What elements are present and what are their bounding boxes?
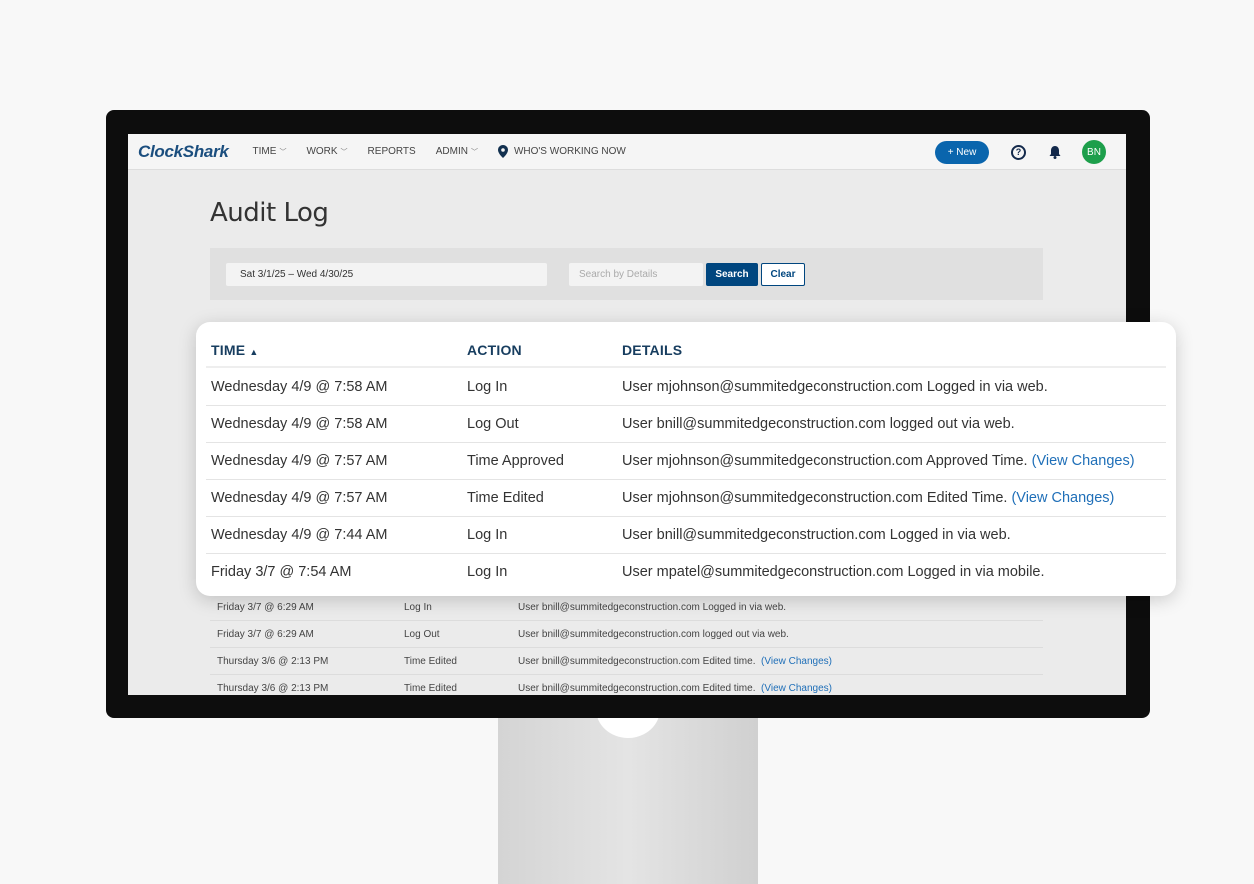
details-text: User mpatel@summitedgeconstruction.com L…: [622, 564, 1045, 580]
table-row: Wednesday 4/9 @ 7:58 AM Log Out User bnill…: [206, 406, 1166, 443]
page-title: Audit Log: [210, 198, 329, 228]
details-text: User bnill@summitedgeconstruction.com lo…: [518, 629, 789, 640]
details-text: User bnill@summitedgeconstruction.com lo…: [622, 416, 1015, 432]
column-header-action[interactable]: ACTION: [467, 342, 522, 358]
new-button[interactable]: + New: [935, 140, 989, 164]
row-details: User bnill@summitedgeconstruction.com lo…: [518, 629, 789, 640]
clear-button[interactable]: Clear: [761, 263, 805, 286]
details-text: User bnill@summitedgeconstruction.com Ed…: [518, 683, 762, 694]
nav-label: WHO'S WORKING NOW: [513, 146, 626, 157]
location-pin-icon: [497, 145, 508, 158]
nav-reports[interactable]: REPORTS: [368, 146, 416, 157]
avatar[interactable]: BN: [1082, 140, 1106, 164]
details-text: User bnill@summitedgeconstruction.com Lo…: [518, 602, 787, 613]
row-details: User bnill@summitedgeconstruction.com Ed…: [518, 656, 832, 667]
column-header-details[interactable]: DETAILS: [622, 342, 682, 358]
details-text: User mjohnson@summitedgeconstruction.com…: [622, 490, 1012, 506]
filter-panel: Sat 3/1/25 – Wed 4/30/25 Search by Detai…: [210, 248, 1043, 300]
details-text: User mjohnson@summitedgeconstruction.com…: [622, 453, 1032, 469]
search-input[interactable]: Search by Details: [569, 263, 703, 286]
row-time: Wednesday 4/9 @ 7:44 AM: [211, 527, 388, 543]
table-row: Wednesday 4/9 @ 7:57 AM Time Edited User m…: [206, 480, 1166, 517]
bell-icon[interactable]: [1048, 145, 1062, 159]
row-details: User bnill@summitedgeconstruction.com Lo…: [518, 602, 786, 613]
row-details: User mjohnson@summitedgeconstruction.com…: [622, 379, 1048, 395]
row-details: User mpatel@summitedgeconstruction.com L…: [622, 564, 1045, 580]
row-time: Friday 3/7 @ 6:29 AM: [217, 629, 314, 640]
chevron-down-icon: ﹀: [470, 148, 478, 156]
nav-label: ADMIN: [435, 146, 468, 157]
view-changes-link[interactable]: (View Changes): [761, 683, 832, 694]
table-row: Wednesday 4/9 @ 7:57 AM Time Approved User…: [206, 443, 1166, 480]
row-details: User mjohnson@summitedgeconstruction.com…: [622, 490, 1114, 506]
chevron-down-icon: ﹀: [279, 148, 287, 156]
nav-label: REPORTS: [367, 146, 416, 157]
row-time: Friday 3/7 @ 6:29 AM: [217, 602, 314, 613]
chevron-down-icon: ﹀: [340, 148, 348, 156]
details-text: User bnill@summitedgeconstruction.com Ed…: [518, 656, 762, 667]
table-row: Friday 3/7 @ 7:54 AM Log In User mpatel@su…: [206, 554, 1166, 591]
row-action: Log In: [467, 379, 508, 395]
nav-whos-working[interactable]: WHO'S WORKING NOW: [497, 145, 626, 158]
table-row: Friday 3/7 @ 6:29 AM Log Out User bnill@su…: [210, 621, 1043, 648]
row-time: Thursday 3/6 @ 2:13 PM: [217, 683, 329, 694]
table-row: Thursday 3/6 @ 2:13 PM Time Edited User bn…: [210, 648, 1043, 675]
row-action: Time Approved: [467, 453, 564, 469]
row-time: Wednesday 4/9 @ 7:57 AM: [211, 490, 388, 506]
view-changes-link[interactable]: (View Changes): [761, 656, 832, 667]
search-button[interactable]: Search: [706, 263, 758, 286]
row-action: Log In: [467, 564, 508, 580]
nav-label: WORK: [306, 146, 338, 157]
row-details: User bnill@summitedgeconstruction.com Ed…: [518, 683, 832, 694]
date-range-picker[interactable]: Sat 3/1/25 – Wed 4/30/25: [226, 263, 547, 286]
row-time: Wednesday 4/9 @ 7:57 AM: [211, 453, 388, 469]
clockshark-logo[interactable]: ClockShark: [138, 142, 229, 162]
help-icon[interactable]: ?: [1011, 144, 1026, 160]
details-text: User bnill@summitedgeconstruction.com Lo…: [622, 527, 1011, 543]
row-details: User mjohnson@summitedgeconstruction.com…: [622, 453, 1135, 469]
nav-admin[interactable]: ADMIN ﹀: [436, 146, 478, 157]
row-action: Time Edited: [404, 656, 457, 667]
row-action: Time Edited: [404, 683, 457, 694]
view-changes-link[interactable]: (View Changes): [1032, 453, 1135, 469]
row-time: Thursday 3/6 @ 2:13 PM: [217, 656, 329, 667]
details-text: User mjohnson@summitedgeconstruction.com…: [622, 379, 1048, 395]
row-details: User bnill@summitedgeconstruction.com Lo…: [622, 527, 1011, 543]
column-header-time[interactable]: TIME ▲: [211, 342, 258, 358]
table-row: Thursday 3/6 @ 2:13 PM Time Edited User bn…: [210, 675, 1043, 695]
row-time: Wednesday 4/9 @ 7:58 AM: [211, 379, 388, 395]
row-action: Log Out: [467, 416, 519, 432]
table-row: Wednesday 4/9 @ 7:58 AM Log In User mjohns…: [206, 369, 1166, 406]
audit-log-table-card: TIME ▲ ACTION DETAILS Wednesday 4/9 @ 7:…: [196, 322, 1176, 596]
view-changes-link[interactable]: (View Changes): [1011, 490, 1114, 506]
table-row: Wednesday 4/9 @ 7:44 AM Log In User bnill@…: [206, 517, 1166, 554]
row-time: Wednesday 4/9 @ 7:58 AM: [211, 416, 388, 432]
table-row: Friday 3/7 @ 6:29 AM Log In User bnill@sum…: [210, 594, 1043, 621]
nav-label: TIME: [252, 146, 277, 157]
nav-time[interactable]: TIME ﹀: [253, 146, 287, 157]
row-action: Log In: [467, 527, 508, 543]
table-header: TIME ▲ ACTION DETAILS: [206, 322, 1166, 368]
row-action: Log Out: [404, 629, 440, 640]
row-details: User bnill@summitedgeconstruction.com lo…: [622, 416, 1015, 432]
header-label: TIME: [211, 342, 246, 358]
row-action: Log In: [404, 602, 432, 613]
background-table: Friday 3/7 @ 6:29 AM Log In User bnill@sum…: [210, 594, 1043, 695]
top-nav: ClockShark TIME ﹀ WORK ﹀ REPORTS ADMIN ﹀ WH…: [128, 134, 1126, 170]
sort-ascending-icon: ▲: [249, 347, 259, 357]
nav-work[interactable]: WORK ﹀: [306, 146, 347, 157]
row-action: Time Edited: [467, 490, 544, 506]
row-time: Friday 3/7 @ 7:54 AM: [211, 564, 352, 580]
